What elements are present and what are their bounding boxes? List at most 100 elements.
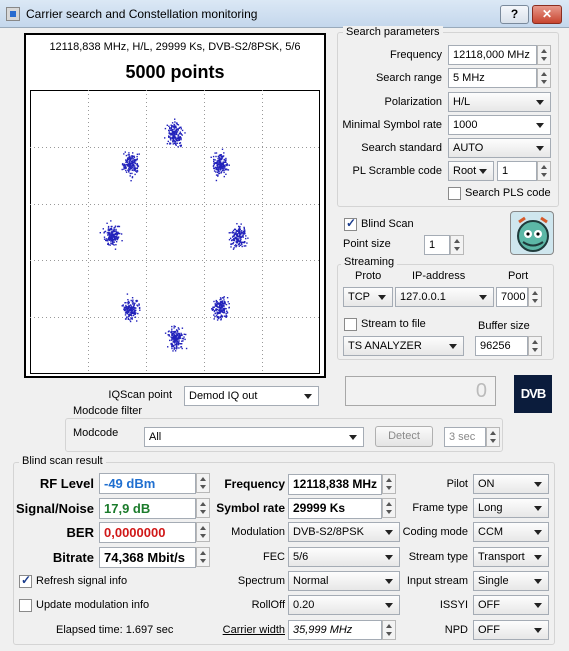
pilot-select[interactable]: ON bbox=[473, 474, 549, 494]
update-mod-checkbox[interactable] bbox=[19, 599, 32, 612]
modulation-select[interactable]: DVB-S2/8PSK bbox=[288, 522, 400, 542]
carrier-width-label: Carrier width bbox=[222, 624, 285, 636]
buffer-spinner[interactable] bbox=[528, 336, 542, 356]
blind-scan-checkbox[interactable] bbox=[344, 216, 357, 231]
frequency-spinner[interactable] bbox=[537, 45, 551, 65]
frame-type-select[interactable]: Long bbox=[473, 498, 549, 518]
polarization-select[interactable]: H/L bbox=[448, 92, 551, 112]
point-size-spinner[interactable] bbox=[450, 235, 464, 255]
constellation-point bbox=[227, 169, 230, 171]
constellation-point bbox=[222, 308, 224, 310]
constellation-point bbox=[132, 163, 134, 165]
constellation-point bbox=[107, 231, 109, 234]
constellation-point bbox=[213, 165, 215, 167]
constellation-point bbox=[116, 232, 118, 234]
port-input[interactable]: 7000 bbox=[496, 287, 528, 307]
constellation-point bbox=[220, 168, 222, 171]
bitrate-value: 74,368 Mbit/s bbox=[99, 547, 196, 568]
constellation-point bbox=[134, 316, 137, 318]
constellation-point bbox=[132, 312, 134, 315]
port-spinner[interactable] bbox=[528, 287, 542, 307]
constellation-point bbox=[117, 237, 119, 239]
point-size-label: Point size bbox=[343, 238, 391, 250]
constellation-point bbox=[213, 300, 215, 303]
constellation-point bbox=[103, 238, 106, 240]
constellation-point bbox=[123, 309, 126, 312]
constellation-point bbox=[213, 314, 215, 316]
standard-select[interactable]: AUTO bbox=[448, 138, 551, 158]
constellation-point bbox=[127, 299, 129, 301]
modcode-select[interactable]: All bbox=[144, 427, 364, 447]
constellation-point bbox=[217, 306, 219, 308]
constellation-point bbox=[179, 144, 181, 147]
pls-mode-select[interactable]: Root bbox=[448, 161, 494, 181]
constellation-point bbox=[239, 235, 241, 237]
analyzer-select[interactable]: TS ANALYZER bbox=[343, 336, 464, 356]
point-size-input[interactable]: 1 bbox=[424, 235, 450, 255]
constellation-point bbox=[233, 247, 235, 249]
stream-type-select[interactable]: Transport bbox=[473, 547, 549, 567]
constellation-point bbox=[181, 337, 183, 340]
constellation-point bbox=[134, 162, 137, 164]
constellation-point bbox=[242, 234, 244, 236]
result-frequency-spinner[interactable] bbox=[382, 474, 396, 494]
interval-spinner[interactable] bbox=[486, 427, 500, 447]
constellation-point bbox=[213, 170, 216, 172]
input-stream-select[interactable]: Single bbox=[473, 571, 549, 591]
constellation-point bbox=[108, 233, 110, 235]
bitrate-spinner[interactable] bbox=[196, 547, 210, 567]
coding-mode-select[interactable]: CCM bbox=[473, 522, 549, 542]
range-input[interactable]: 5 MHz bbox=[448, 68, 537, 88]
constellation-point bbox=[176, 131, 179, 133]
ber-spinner[interactable] bbox=[196, 522, 210, 542]
constellation-point bbox=[113, 229, 115, 231]
proto-select[interactable]: TCP bbox=[343, 287, 393, 307]
constellation-point bbox=[178, 139, 180, 141]
constellation-point bbox=[129, 162, 131, 165]
frequency-input[interactable]: 12118,000 MHz bbox=[448, 45, 537, 65]
constellation-point bbox=[173, 338, 175, 340]
constellation-point bbox=[240, 241, 242, 244]
constellation-point bbox=[219, 297, 222, 299]
constellation-point bbox=[128, 156, 130, 158]
constellation-point bbox=[185, 333, 187, 336]
constellation-point bbox=[236, 230, 239, 233]
detect-interval[interactable]: 3 sec bbox=[444, 427, 486, 447]
constellation-point bbox=[243, 241, 245, 244]
ip-select[interactable]: 127.0.0.1 bbox=[395, 287, 494, 307]
npd-select[interactable]: OFF bbox=[473, 620, 549, 640]
iqscan-select[interactable]: Demod IQ out bbox=[184, 386, 319, 406]
constellation-point bbox=[131, 176, 134, 179]
spectrum-select[interactable]: Normal bbox=[288, 571, 400, 591]
constellation-point bbox=[175, 348, 178, 350]
port-label: Port bbox=[508, 270, 529, 282]
carrier-width-spinner[interactable] bbox=[382, 620, 396, 640]
constellation-point bbox=[121, 168, 123, 171]
constellation-point bbox=[105, 238, 108, 240]
rolloff-select[interactable]: 0.20 bbox=[288, 595, 400, 615]
constellation-point bbox=[175, 334, 177, 336]
constellation-point bbox=[131, 172, 133, 175]
buffer-input[interactable]: 96256 bbox=[475, 336, 528, 356]
help-button[interactable]: ? bbox=[500, 5, 529, 24]
mascot-icon[interactable] bbox=[510, 211, 554, 255]
constellation-point bbox=[241, 231, 243, 233]
stream-file-checkbox[interactable] bbox=[344, 318, 357, 331]
constellation-point bbox=[221, 297, 224, 299]
rf-spinner[interactable] bbox=[196, 473, 210, 493]
constellation-point bbox=[136, 163, 138, 165]
range-spinner[interactable] bbox=[537, 68, 551, 88]
refresh-signal-checkbox[interactable] bbox=[19, 573, 32, 588]
issyi-select[interactable]: OFF bbox=[473, 595, 549, 615]
min-sr-select[interactable]: 1000 bbox=[448, 115, 551, 135]
pls-value-input[interactable]: 1 bbox=[497, 161, 537, 181]
detect-button[interactable]: Detect bbox=[375, 426, 433, 447]
search-pls-checkbox[interactable] bbox=[448, 187, 461, 200]
fec-select[interactable]: 5/6 bbox=[288, 547, 400, 567]
close-button[interactable]: ✕ bbox=[532, 5, 562, 24]
snr-spinner[interactable] bbox=[196, 498, 210, 518]
pls-spinner[interactable] bbox=[537, 161, 551, 181]
symbol-rate-spinner[interactable] bbox=[382, 498, 396, 518]
constellation-point bbox=[226, 164, 228, 167]
input-stream-label: Input stream bbox=[406, 575, 468, 587]
